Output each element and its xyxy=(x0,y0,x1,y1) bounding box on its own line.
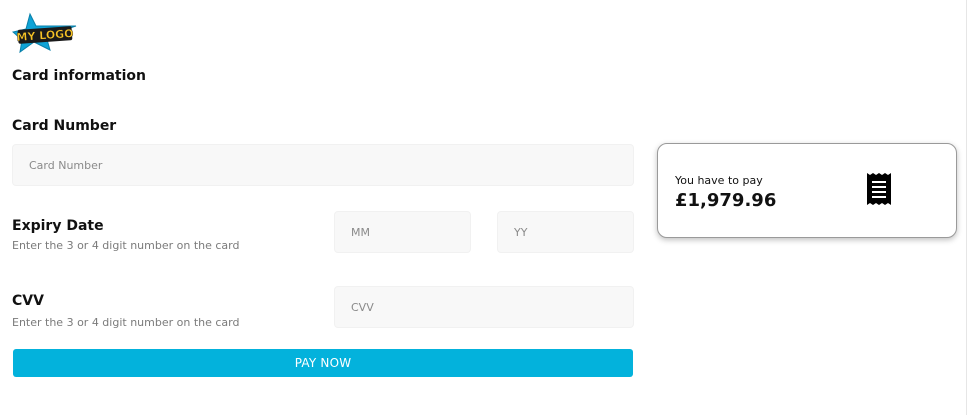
logo: MY LOGO xyxy=(12,12,78,56)
cvv-input[interactable] xyxy=(334,286,634,328)
cvv-hint: Enter the 3 or 4 digit number on the car… xyxy=(12,316,240,329)
payment-page: MY LOGO Card information Card Number Exp… xyxy=(0,0,970,415)
section-title: Card information xyxy=(12,68,147,84)
card-number-label: Card Number xyxy=(12,118,117,134)
pay-now-button[interactable]: PAY NOW xyxy=(13,349,633,377)
summary-text: You have to pay xyxy=(675,174,763,187)
expiry-date-hint: Enter the 3 or 4 digit number on the car… xyxy=(12,239,240,252)
expiry-date-label: Expiry Date xyxy=(12,218,104,234)
summary-amount: £1,979.96 xyxy=(675,190,777,211)
logo-star-icon: MY LOGO xyxy=(12,12,77,54)
expiry-year-input[interactable] xyxy=(497,211,634,253)
logo-text: MY LOGO xyxy=(16,27,74,44)
card-number-input[interactable] xyxy=(12,144,634,186)
cvv-label: CVV xyxy=(12,293,44,309)
scrollbar-edge xyxy=(966,0,967,415)
payment-summary-card: You have to pay £1,979.96 xyxy=(657,143,957,238)
receipt-icon xyxy=(866,172,892,206)
expiry-month-input[interactable] xyxy=(334,211,471,253)
